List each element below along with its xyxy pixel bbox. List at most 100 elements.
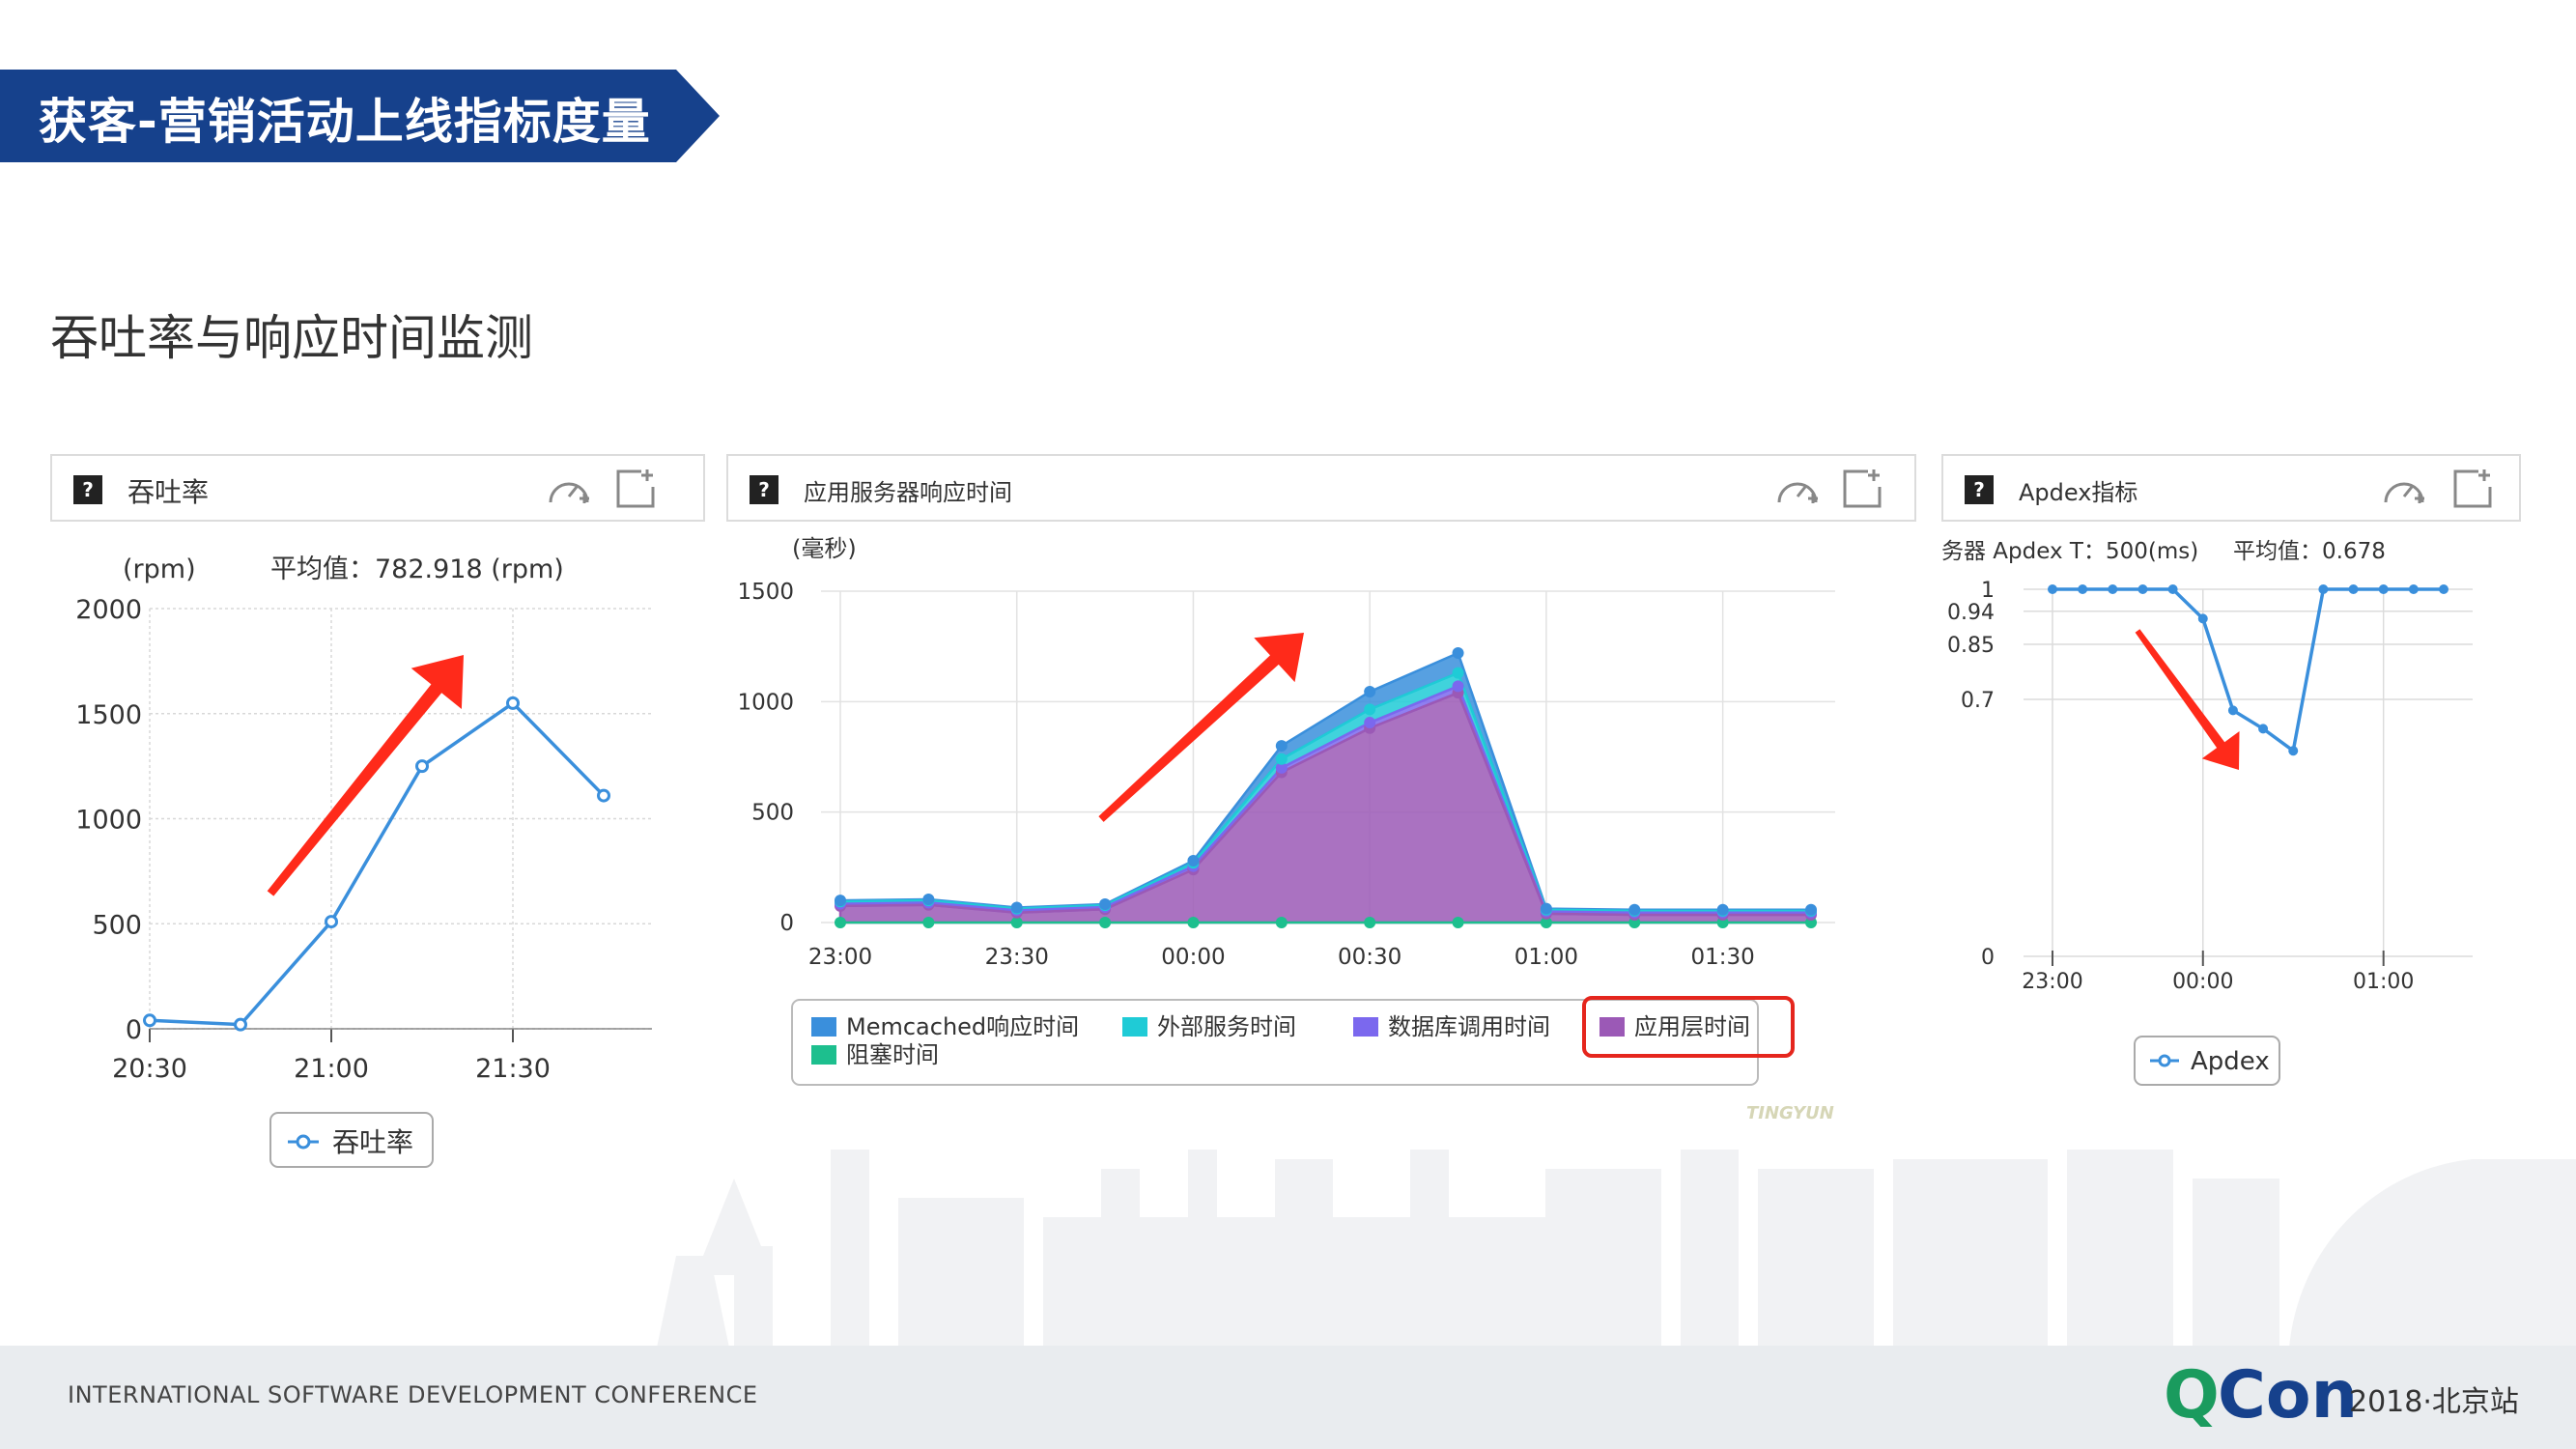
data-point — [1452, 667, 1464, 679]
x-tick-label: 00:30 — [1338, 945, 1401, 970]
response-time-chart: (毫秒) 0 500 1000 1500 23:00 23:30 00:00 00:30 01:… — [737, 535, 1835, 1123]
throughput-legend[interactable]: 吞吐率 — [269, 1112, 434, 1168]
response-unit-label: (毫秒) — [792, 535, 857, 562]
x-tick-label: 01:00 — [2353, 970, 2414, 994]
slide-subtitle: 吞吐率与响应时间监测 — [50, 310, 533, 366]
tingyun-watermark: TINGYUN — [1746, 1103, 1834, 1123]
throughput-panel-header: ? 吞吐率 — [50, 454, 705, 522]
data-point — [835, 917, 846, 928]
dashboard-icon[interactable] — [2380, 468, 2428, 510]
data-point — [1805, 903, 1817, 916]
data-point — [1716, 903, 1729, 916]
x-tick-label: 01:30 — [1690, 945, 1754, 970]
response-panel-header: ? 应用服务器响应时间 — [726, 454, 1916, 522]
dashboard-icon[interactable] — [1773, 468, 1822, 510]
throughput-line — [149, 700, 606, 1027]
legend-label: 外部服务时间 — [1157, 1013, 1296, 1040]
throughput-legend-label: 吞吐率 — [332, 1126, 413, 1158]
y-tick-label: 1000 — [737, 690, 794, 715]
data-point — [922, 893, 935, 905]
legend-swatch — [1353, 1017, 1378, 1037]
apdex-average: 平均值：0.678 — [2233, 539, 2386, 564]
y-tick-label: 1 — [1981, 579, 1995, 603]
apdex-panel-title: Apdex指标 — [2019, 479, 2138, 506]
x-tick-label: 21:30 — [475, 1054, 551, 1084]
data-point — [2048, 584, 2057, 594]
data-point — [1187, 854, 1200, 867]
help-icon[interactable]: ? — [1965, 475, 1994, 504]
data-point — [234, 1017, 247, 1032]
apdex-line — [2052, 587, 2444, 754]
y-tick-label: 1500 — [737, 580, 794, 605]
data-point — [1275, 753, 1288, 765]
y-tick-label: 0 — [1981, 946, 1995, 970]
data-point — [2258, 724, 2269, 734]
data-point — [1452, 917, 1464, 928]
data-point — [1010, 917, 1023, 928]
x-tick-label: 23:00 — [808, 945, 872, 970]
y-tick-label: 500 — [751, 801, 794, 826]
legend-swatch — [811, 1045, 836, 1065]
data-point — [2108, 584, 2118, 594]
qcon-logo-q: Q — [2164, 1357, 2220, 1434]
y-tick-label: 0.7 — [1961, 689, 1995, 713]
legend-swatch — [1599, 1017, 1625, 1037]
data-point — [1010, 901, 1023, 914]
data-point — [922, 917, 935, 928]
data-point — [325, 915, 338, 929]
data-point — [2408, 584, 2419, 594]
data-point — [597, 788, 610, 803]
throughput-average: 平均值：782.918 (rpm) — [270, 554, 564, 584]
legend-swatch — [1122, 1017, 1147, 1037]
data-point — [1364, 703, 1376, 716]
apdex-legend-label: Apdex — [2191, 1047, 2270, 1076]
data-point — [1275, 740, 1288, 753]
data-point — [1628, 903, 1641, 916]
x-tick-label: 01:00 — [1514, 945, 1578, 970]
data-point — [835, 895, 846, 907]
legend-label: 应用层时间 — [1634, 1013, 1750, 1040]
data-point — [2439, 584, 2449, 594]
data-point — [2227, 705, 2238, 716]
throughput-panel-title: 吞吐率 — [127, 476, 210, 508]
data-point — [1364, 686, 1376, 698]
data-point — [1099, 917, 1112, 928]
y-tick-label: 0.85 — [1947, 634, 1995, 658]
throughput-chart: (rpm) 平均值：782.918 (rpm) 0 500 1000 1500 2000… — [75, 554, 652, 1168]
footer-text: INTERNATIONAL SOFTWARE DEVELOPMENT CONFE… — [68, 1381, 758, 1408]
slide-title: 获客-营销活动上线指标度量 — [39, 94, 651, 150]
data-point — [506, 696, 520, 710]
data-point — [1452, 680, 1464, 693]
x-tick-label: 00:00 — [2172, 970, 2233, 994]
data-point — [2197, 613, 2208, 624]
data-point — [1452, 647, 1464, 660]
y-tick-label: 1500 — [75, 700, 142, 730]
add-to-board-icon[interactable] — [2451, 468, 2494, 510]
add-to-board-icon[interactable] — [1841, 468, 1883, 510]
help-icon[interactable]: ? — [750, 475, 778, 504]
apdex-panel-header: ? Apdex指标 — [1941, 454, 2521, 522]
apdex-chart: 务器 Apdex T：500(ms) 平均值：0.678 0 0.7 0.85 0.9… — [1941, 539, 2473, 1086]
data-point — [2167, 584, 2178, 594]
data-point — [2137, 584, 2148, 594]
data-point — [2318, 584, 2329, 594]
data-point — [2378, 584, 2389, 594]
data-point — [1275, 917, 1288, 928]
apdex-legend[interactable]: Apdex — [2134, 1036, 2280, 1086]
y-tick-label: 2000 — [75, 595, 142, 625]
data-point — [1540, 902, 1552, 915]
add-to-board-icon[interactable] — [614, 468, 657, 510]
help-icon[interactable]: ? — [73, 475, 102, 504]
data-point — [1187, 917, 1200, 928]
data-point — [2348, 584, 2359, 594]
dashboard-icon[interactable] — [545, 468, 593, 510]
x-tick-label: 20:30 — [112, 1054, 187, 1084]
legend-swatch — [811, 1017, 836, 1037]
x-tick-label: 00:00 — [1161, 945, 1225, 970]
throughput-unit-label: (rpm) — [123, 554, 196, 584]
legend-label: 阻塞时间 — [846, 1041, 939, 1068]
data-point — [2288, 746, 2299, 756]
y-tick-label: 1000 — [75, 806, 142, 836]
data-point — [1364, 917, 1376, 928]
qcon-edition: 2018·北京站 — [2349, 1385, 2519, 1419]
